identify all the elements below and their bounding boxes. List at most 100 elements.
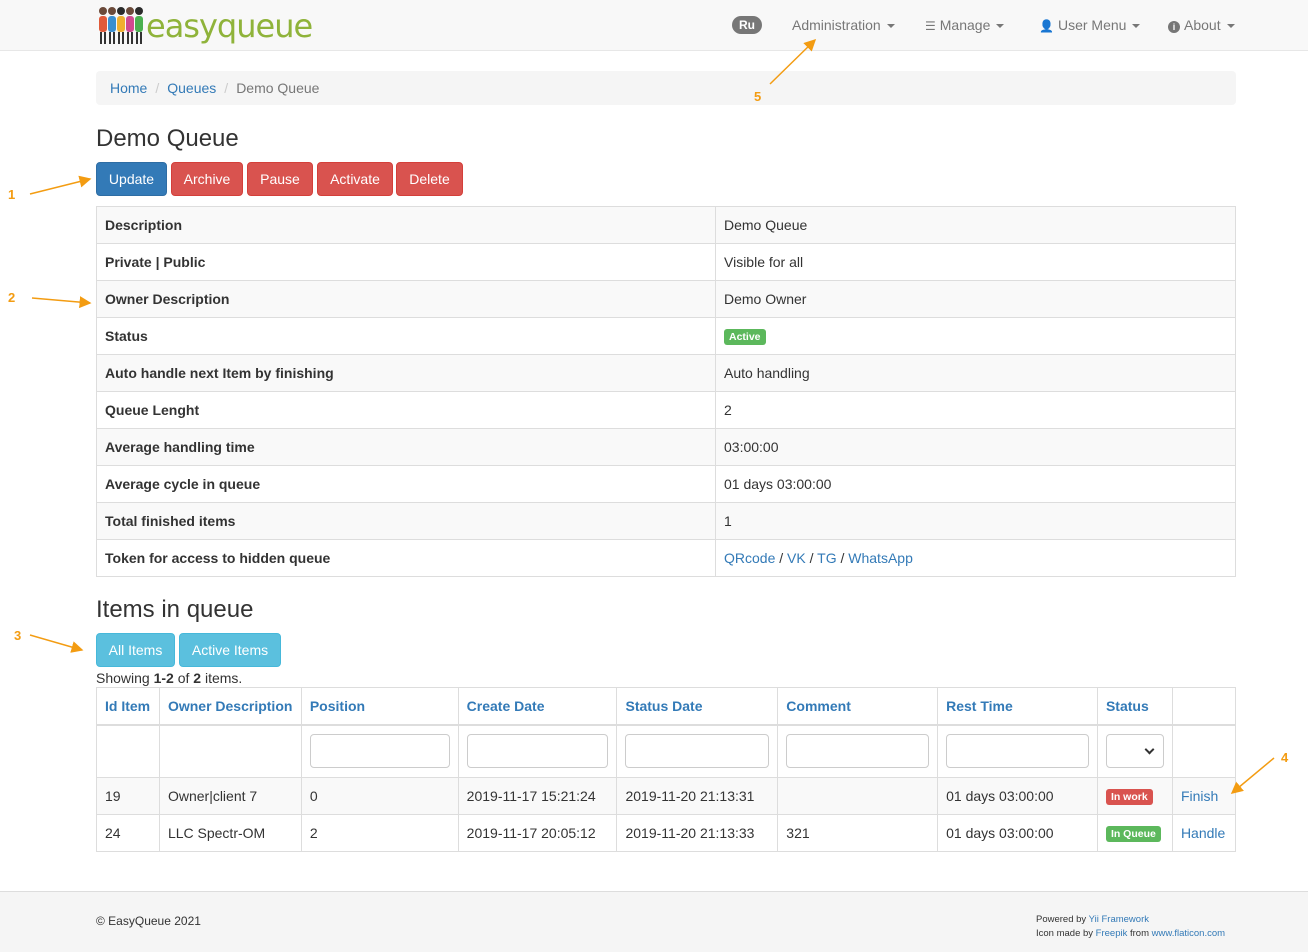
detail-value: 2 <box>715 391 1236 429</box>
detail-row: Token for access to hidden queue QRcode /… <box>96 539 1236 577</box>
grid-summary: Showing 1-2 of 2 items. <box>96 670 242 686</box>
cell-comment <box>777 777 939 815</box>
cell-action: Handle <box>1171 814 1237 852</box>
filter-cell <box>158 724 302 778</box>
cell-position: 2 <box>300 814 459 852</box>
activate-button[interactable]: Activate <box>317 162 393 196</box>
annotation-arrow-1 <box>29 175 92 195</box>
cell-position: 0 <box>300 777 459 815</box>
detail-value: Active <box>715 317 1236 355</box>
column-header-status[interactable]: Status <box>1096 687 1173 726</box>
cell-status-date: 2019-11-20 21:13:33 <box>616 814 779 852</box>
caret-down-icon <box>996 24 1005 29</box>
active-items-button[interactable]: Active Items <box>179 633 281 667</box>
summary-middle: of <box>173 670 194 686</box>
filter-cell <box>300 724 459 778</box>
nav-about-label: About <box>1184 17 1221 33</box>
column-header-owner[interactable]: Owner Description <box>158 687 302 726</box>
filter-cell <box>457 724 618 778</box>
finish-link[interactable]: Finish <box>1181 788 1218 804</box>
freepik-link[interactable]: Freepik <box>1096 928 1128 939</box>
link-separator: / <box>805 550 818 566</box>
tg-link[interactable]: TG <box>817 550 836 566</box>
chevron-down-icon <box>1144 744 1155 755</box>
cell-owner: LLC Spectr-OM <box>158 814 302 852</box>
nav-administration[interactable]: Administration <box>792 17 895 33</box>
yii-framework-link[interactable]: Yii Framework <box>1089 914 1149 925</box>
rest-time-filter-input[interactable] <box>946 734 1089 769</box>
filter-cell <box>1096 724 1173 778</box>
detail-value: Demo Queue <box>715 206 1236 244</box>
list-icon: ☰ <box>925 19 936 33</box>
comment-filter-input[interactable] <box>786 734 930 769</box>
handle-link[interactable]: Handle <box>1181 825 1225 841</box>
detail-label: Owner Description <box>96 280 716 318</box>
column-header-rest-time[interactable]: Rest Time <box>937 687 1098 726</box>
detail-row: Average cycle in queue 01 days 03:00:00 <box>96 465 1236 503</box>
caret-down-icon <box>1132 24 1141 29</box>
position-filter-input[interactable] <box>309 734 450 769</box>
filter-cell <box>96 724 160 778</box>
detail-label: Description <box>96 206 716 244</box>
top-navbar: easyqueue Ru Administration ☰ Manage 👤 Use… <box>0 0 1308 51</box>
nav-manage-label: Manage <box>939 17 991 33</box>
update-button[interactable]: Update <box>96 162 167 196</box>
status-date-filter-input[interactable] <box>625 734 770 769</box>
user-icon: 👤 <box>1039 19 1054 33</box>
cell-create-date: 2019-11-17 20:05:12 <box>457 814 618 852</box>
whatsapp-link[interactable]: WhatsApp <box>848 550 913 566</box>
nav-about[interactable]: i About <box>1168 17 1235 33</box>
language-badge[interactable]: Ru <box>732 16 762 34</box>
cell-action: Finish <box>1171 777 1237 815</box>
breadcrumb-home[interactable]: Home <box>110 80 147 96</box>
column-header-position[interactable]: Position <box>300 687 459 726</box>
cell-rest-time: 01 days 03:00:00 <box>937 777 1098 815</box>
archive-button[interactable]: Archive <box>171 162 243 196</box>
detail-row: Queue Lenght 2 <box>96 391 1236 429</box>
cell-owner: Owner|client 7 <box>158 777 302 815</box>
nav-manage[interactable]: ☰ Manage <box>925 17 1005 33</box>
summary-total: 2 <box>193 670 202 686</box>
breadcrumb-current: Demo Queue <box>236 80 320 96</box>
annotation-arrow-2 <box>31 296 92 309</box>
delete-button[interactable]: Delete <box>396 162 463 196</box>
column-header-id[interactable]: Id Item <box>96 687 160 726</box>
status-filter-select[interactable] <box>1105 734 1164 769</box>
status-badge: Active <box>724 329 766 345</box>
detail-row: Owner Description Demo Owner <box>96 280 1236 318</box>
summary-suffix: items. <box>201 670 243 686</box>
items-section-title: Items in queue <box>96 596 254 623</box>
brand-logo[interactable]: easyqueue <box>99 7 313 45</box>
footer-copyright: © EasyQueue 2021 <box>96 914 201 928</box>
column-header-status-date[interactable]: Status Date <box>616 687 779 726</box>
column-header-comment[interactable]: Comment <box>777 687 939 726</box>
cell-id: 24 <box>96 814 160 852</box>
flaticon-link[interactable]: www.flaticon.com <box>1152 928 1225 939</box>
column-header-create-date[interactable]: Create Date <box>457 687 618 726</box>
qrcode-link[interactable]: QRcode <box>724 550 775 566</box>
detail-row: Auto handle next Item by finishing Auto h… <box>96 354 1236 392</box>
detail-label: Total finished items <box>96 502 716 540</box>
link-separator: / <box>775 550 788 566</box>
cell-comment: 321 <box>777 814 939 852</box>
table-row: 24 LLC Spectr-OM 2 2019-11-17 20:05:12 2… <box>96 814 1237 852</box>
detail-label: Token for access to hidden queue <box>96 539 716 577</box>
breadcrumb-separator: / <box>155 80 160 96</box>
status-badge: In Queue <box>1105 826 1161 842</box>
all-items-button[interactable]: All Items <box>96 633 175 667</box>
detail-value: 03:00:00 <box>715 428 1236 466</box>
detail-label: Queue Lenght <box>96 391 716 429</box>
table-row: 19 Owner|client 7 0 2019-11-17 15:21:24 … <box>96 777 1237 815</box>
summary-range: 1-2 <box>153 670 174 686</box>
detail-label: Status <box>96 317 716 355</box>
filter-cell <box>1171 724 1237 778</box>
detail-label: Auto handle next Item by finishing <box>96 354 716 392</box>
create-date-filter-input[interactable] <box>466 734 609 769</box>
nav-user-menu[interactable]: 👤 User Menu <box>1039 17 1141 33</box>
filter-cell <box>616 724 779 778</box>
nav-user-menu-label: User Menu <box>1057 17 1127 33</box>
grid-header-row: Id Item Owner Description Position Creat… <box>96 687 1237 726</box>
vk-link[interactable]: VK <box>787 550 806 566</box>
pause-button[interactable]: Pause <box>247 162 313 196</box>
breadcrumb-queues[interactable]: Queues <box>167 80 216 96</box>
